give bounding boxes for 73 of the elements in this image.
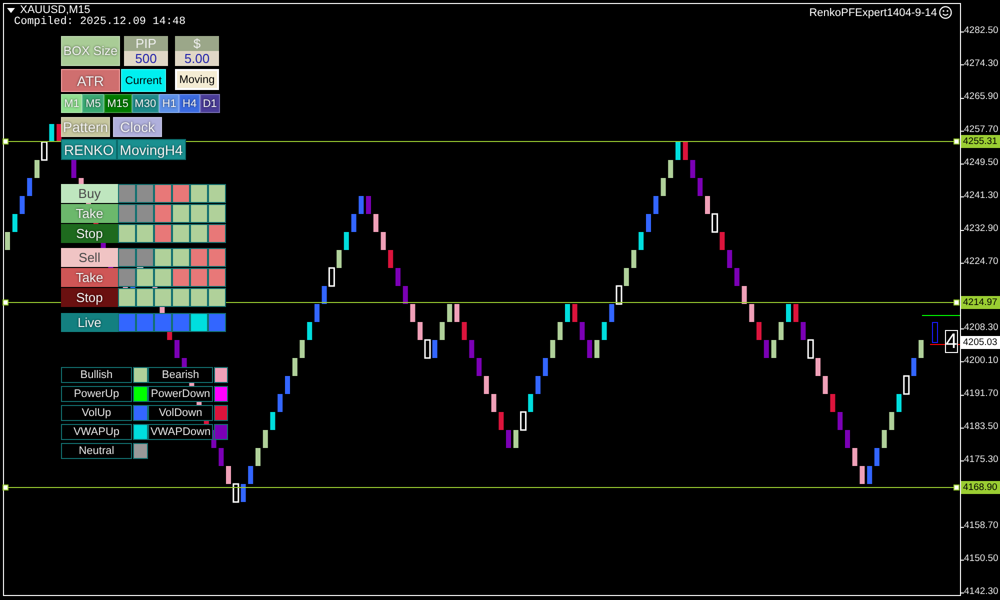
pip-label: PIP [124, 36, 168, 51]
signal-button[interactable]: Live [61, 313, 118, 332]
price-tag: 4255.31 [961, 135, 1000, 148]
price-axis-label: 4224.70 [964, 256, 998, 268]
renko-brick [5, 232, 10, 250]
renko-brick [27, 178, 32, 196]
signal-button[interactable]: Stop [61, 224, 118, 243]
timeframe-button[interactable]: M15 [104, 94, 132, 113]
renko-brick-run [572, 304, 592, 358]
renko-brick [12, 214, 18, 232]
timeframe-button[interactable]: H4 [179, 94, 200, 113]
renko-brick [226, 466, 231, 484]
timeframe-button[interactable]: M30 [132, 94, 160, 113]
price-axis-label: 4158.70 [964, 520, 998, 532]
price-axis-label: 4249.50 [964, 157, 998, 168]
pending-brick-icon [932, 322, 938, 343]
symbol-title: XAUUSD,M15 [20, 4, 90, 16]
renko-brick [20, 196, 25, 214]
renko-brick [232, 483, 240, 503]
expert-name: RenkoPFExpert1404-9-14 [809, 6, 937, 18]
price-tag: 4205.03 [961, 336, 1000, 349]
price-axis-label: 4208.30 [964, 322, 998, 333]
dollar-label: $ [175, 36, 219, 51]
price-tag: 4168.90 [961, 481, 1000, 494]
price-axis-label: 4183.50 [964, 421, 998, 432]
dollar-value-field[interactable]: 5.00 [175, 51, 219, 66]
brick-counter: 4 [945, 330, 958, 353]
compiled-date: Compiled: 2025.12.09 14:48 [14, 16, 186, 28]
price-line[interactable] [2, 484, 960, 490]
chart-type-button[interactable]: MovingH4 [116, 139, 186, 160]
current-button[interactable]: Current [121, 69, 166, 92]
signal-button[interactable]: Take [61, 204, 118, 223]
legend-label: VolUp [61, 405, 132, 421]
price-tag: 4214.97 [961, 296, 1000, 309]
price-axis-label: 4232.90 [964, 223, 998, 234]
moving-button[interactable]: Moving [175, 69, 219, 90]
price-axis-label: 4142.30 [964, 586, 998, 597]
legend-label: Bullish [61, 367, 132, 383]
atr-button[interactable]: ATR [61, 69, 120, 92]
chart-type-button[interactable]: RENKO [61, 139, 117, 160]
price-axis-label: 4265.90 [964, 91, 998, 102]
renko-brick-run [771, 304, 791, 358]
signal-button[interactable]: Buy [61, 184, 118, 203]
signal-button[interactable]: Take [61, 268, 118, 287]
price-axis-label: 4150.50 [964, 553, 998, 564]
price-axis-label: 4274.30 [964, 58, 998, 69]
ask-line [922, 315, 960, 316]
renko-brick [56, 124, 62, 142]
legend-label: PowerUp [61, 386, 132, 402]
timeframe-button[interactable]: H1 [159, 94, 180, 113]
price-axis-label: 4282.50 [964, 25, 998, 36]
pip-value-field[interactable]: 500 [124, 51, 168, 66]
dropdown-arrow-icon[interactable] [7, 8, 15, 12]
timeframe-button[interactable]: D1 [200, 94, 220, 113]
price-axis-label: 4241.30 [964, 190, 998, 201]
price-axis-label: 4191.70 [964, 388, 998, 400]
price-axis-label: 4200.10 [964, 354, 998, 366]
renko-brick [174, 340, 180, 358]
legend-label: Neutral [61, 443, 132, 459]
legend-label: VWAPUp [61, 424, 132, 440]
price-axis-label: 4175.30 [964, 454, 998, 465]
smiley-icon[interactable] [939, 6, 952, 19]
renko-brick [218, 448, 224, 466]
legend-label: Bearish [148, 367, 214, 383]
signal-button[interactable]: Stop [61, 288, 118, 307]
timeframe-button[interactable]: M5 [82, 94, 104, 113]
renko-brick [71, 160, 76, 178]
price-axis-label: 4257.70 [964, 124, 998, 136]
legend-label: PowerDown [148, 386, 214, 402]
legend-label: VWAPDown [148, 424, 214, 440]
renko-brick [34, 160, 40, 178]
signal-button[interactable]: Sell [61, 248, 118, 267]
legend-label: VolDown [148, 405, 214, 421]
